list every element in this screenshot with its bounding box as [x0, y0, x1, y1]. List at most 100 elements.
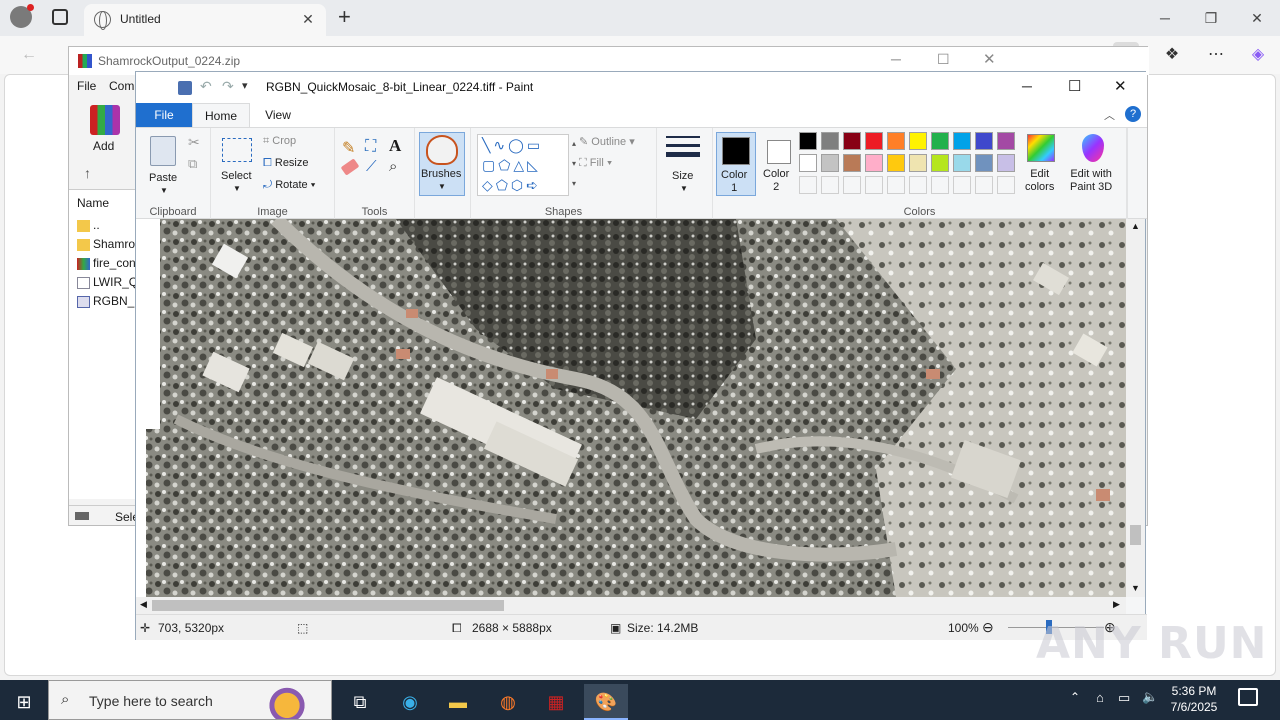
copilot-icon[interactable]: ◈ [1245, 42, 1271, 68]
list-item[interactable]: RGBN_C [77, 294, 137, 312]
shapes-scroll-icon[interactable]: ▴ ▾ ▾ [569, 134, 579, 196]
collapse-ribbon-icon[interactable]: ︿ [1104, 107, 1115, 123]
winrar-menu-commands[interactable]: Com [109, 79, 135, 93]
list-item[interactable]: .. [77, 218, 137, 236]
crop-button[interactable]: ⌗ Crop [263, 135, 296, 148]
aerial-image[interactable] [136, 219, 1126, 597]
scroll-right-icon[interactable]: ▶ [1113, 599, 1120, 610]
size-button[interactable]: Size ▼ [663, 132, 707, 196]
taskbar-search[interactable]: ⌕ Type here to search [48, 680, 332, 720]
resize-button[interactable]: ⧠ Resize [263, 157, 309, 170]
palette-swatch[interactable] [865, 176, 883, 194]
display-icon[interactable]: ▭ [1118, 690, 1130, 706]
palette-swatch[interactable] [909, 176, 927, 194]
horizontal-scrollbar[interactable]: ◀ ▶ [136, 597, 1126, 614]
palette-swatch[interactable] [975, 132, 993, 150]
color-picker-icon[interactable]: ⟋ [366, 158, 377, 175]
canvas-area[interactable] [136, 219, 1126, 597]
palette-swatch[interactable] [799, 154, 817, 172]
firefox-icon[interactable]: ◍ [486, 684, 530, 720]
paint-maximize-icon[interactable]: ☐ [1068, 77, 1081, 95]
palette-swatch[interactable] [997, 132, 1015, 150]
volume-icon[interactable]: 🔈 [1142, 689, 1158, 705]
palette-swatch[interactable] [931, 132, 949, 150]
palette-swatch[interactable] [975, 154, 993, 172]
palette-swatch[interactable] [887, 176, 905, 194]
paint-minimize-icon[interactable]: ─ [1022, 78, 1032, 94]
customize-qat-icon[interactable]: ▾ [242, 79, 248, 92]
palette-swatch[interactable] [887, 154, 905, 172]
list-item[interactable]: LWIR_Q [77, 275, 137, 293]
palette-swatch[interactable] [799, 132, 817, 150]
tab-file[interactable]: File [136, 103, 192, 127]
add-button[interactable]: Add [85, 103, 125, 155]
text-icon[interactable]: A [389, 136, 401, 156]
palette-swatch[interactable] [909, 132, 927, 150]
edit-colors-button[interactable]: Edit colors [1021, 132, 1061, 196]
winrar-minimize-icon[interactable]: ─ [891, 51, 901, 67]
palette-swatch[interactable] [843, 154, 861, 172]
tab-actions-icon[interactable] [52, 9, 68, 25]
palette-swatch[interactable] [821, 176, 839, 194]
paint-taskbar-icon[interactable]: 🎨 [584, 684, 628, 720]
paint-close-icon[interactable]: ✕ [1114, 77, 1127, 95]
eraser-icon[interactable] [340, 158, 360, 176]
fill-button[interactable]: ⛶ Fill ▾ [579, 157, 612, 170]
palette-swatch[interactable] [843, 132, 861, 150]
brushes-button[interactable]: Brushes ▼ [419, 132, 465, 196]
file-explorer-icon[interactable]: ▬ [436, 684, 480, 720]
up-folder-icon[interactable]: ↑ [84, 165, 91, 181]
new-tab-button[interactable]: + [338, 4, 360, 30]
clock[interactable]: 5:36 PM 7/6/2025 [1168, 683, 1220, 715]
shape-gallery[interactable]: ╲∿◯▭ ▢⬠△◺ ◇⬠⬡➪ [477, 134, 569, 196]
palette-swatch[interactable] [843, 176, 861, 194]
palette-swatch[interactable] [975, 176, 993, 194]
palette-swatch[interactable] [953, 154, 971, 172]
color1-button[interactable]: Color 1 [716, 132, 756, 196]
winrar-close-icon[interactable]: ✕ [983, 50, 996, 68]
redo-icon[interactable]: ↷ [222, 78, 234, 95]
palette-swatch[interactable] [887, 132, 905, 150]
color2-button[interactable]: Color 2 [759, 132, 797, 196]
zoom-out-icon[interactable]: ⊖ [982, 619, 994, 636]
tab-view[interactable]: View [252, 103, 304, 127]
magnifier-icon[interactable]: ⌕ [389, 158, 397, 175]
outline-button[interactable]: ✎ Outline ▾ [579, 135, 635, 148]
list-item[interactable]: fire_con [77, 256, 137, 274]
close-browser-icon[interactable]: ✕ [1234, 0, 1280, 36]
cut-icon[interactable]: ✂ [188, 134, 200, 151]
palette-swatch[interactable] [931, 176, 949, 194]
palette-swatch[interactable] [953, 132, 971, 150]
palette-swatch[interactable] [821, 132, 839, 150]
horizontal-scroll-thumb[interactable] [152, 600, 504, 611]
palette-swatch[interactable] [865, 132, 883, 150]
palette-swatch[interactable] [821, 154, 839, 172]
palette-swatch[interactable] [953, 176, 971, 194]
browser-tab[interactable]: Untitled ✕ [84, 4, 326, 36]
scroll-down-icon[interactable]: ▼ [1131, 583, 1140, 593]
edit-with-paint3d-button[interactable]: Edit with Paint 3D [1066, 132, 1122, 196]
copy-icon[interactable]: ⧉ [188, 156, 197, 172]
name-column-header[interactable]: Name [77, 196, 109, 210]
palette-swatch[interactable] [865, 154, 883, 172]
edge-icon[interactable]: ◉ [388, 684, 432, 720]
profile-icon[interactable] [10, 4, 34, 28]
restore-browser-icon[interactable]: ❐ [1188, 0, 1234, 36]
palette-swatch[interactable] [909, 154, 927, 172]
undo-icon[interactable]: ↶ [200, 78, 212, 95]
notifications-icon[interactable] [1238, 688, 1258, 706]
palette-swatch[interactable] [997, 176, 1015, 194]
list-item[interactable]: Shamro [77, 237, 137, 255]
winrar-taskbar-icon[interactable]: ▦ [534, 684, 578, 720]
task-view-icon[interactable]: ⧉ [338, 684, 382, 720]
back-icon[interactable]: ← [16, 42, 42, 68]
minimize-browser-icon[interactable]: ─ [1142, 0, 1188, 36]
winrar-menu-file[interactable]: File [77, 79, 96, 93]
scroll-left-icon[interactable]: ◀ [140, 599, 147, 610]
save-icon[interactable] [178, 81, 192, 95]
select-button[interactable]: Select ▼ [219, 134, 255, 198]
vertical-scroll-thumb[interactable] [1130, 525, 1141, 545]
vertical-scrollbar[interactable]: ▲ ▼ [1126, 219, 1145, 597]
network-icon[interactable]: ⌂ [1096, 690, 1104, 705]
winrar-maximize-icon[interactable]: ☐ [937, 51, 950, 68]
